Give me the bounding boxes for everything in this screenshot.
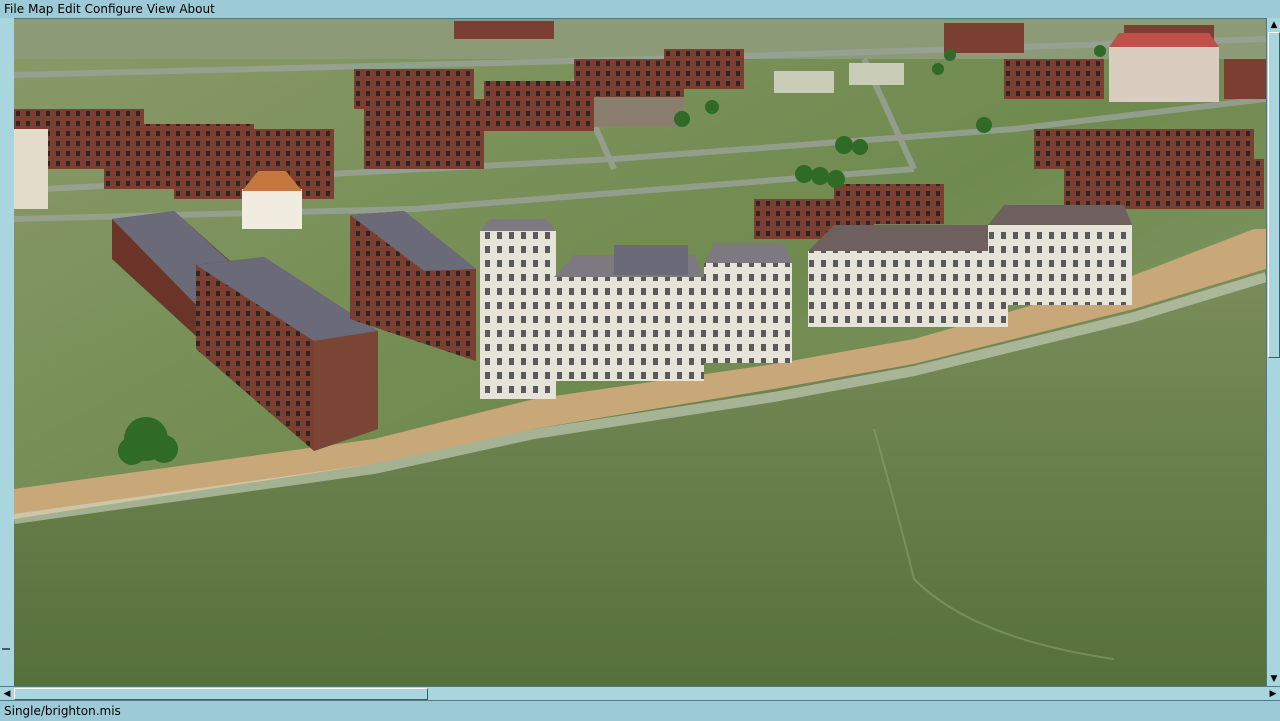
vertical-scroll-thumb[interactable] [1268,32,1280,358]
horizontal-scrollbar[interactable]: ◀ ▶ [0,686,1280,701]
map-3d-viewport[interactable] [14,18,1266,687]
arrow-up-icon[interactable]: ▲ [1267,18,1280,32]
menu-bar: File Map Edit Configure View About [0,0,1280,18]
status-bar: Single/brighton.mis [0,700,1280,721]
distant-land [14,19,1266,59]
arrow-down-icon[interactable]: ▼ [1267,672,1280,686]
left-panel-edge [0,18,15,686]
horizontal-scroll-thumb[interactable] [14,688,428,700]
menu-file[interactable]: File [0,0,26,18]
menu-view[interactable]: View [145,0,177,18]
vertical-scrollbar[interactable]: ▲ ▼ [1266,18,1280,686]
arrow-left-icon[interactable]: ◀ [0,687,14,701]
arrow-right-icon[interactable]: ▶ [1266,687,1280,701]
menu-configure[interactable]: Configure [83,0,145,18]
menu-edit[interactable]: Edit [55,0,82,18]
mission-file-path: Single/brighton.mis [4,704,121,718]
left-splitter-mark[interactable] [2,648,10,650]
terrain-scene [14,19,1266,687]
menu-map[interactable]: Map [26,0,55,18]
menu-about[interactable]: About [177,0,216,18]
